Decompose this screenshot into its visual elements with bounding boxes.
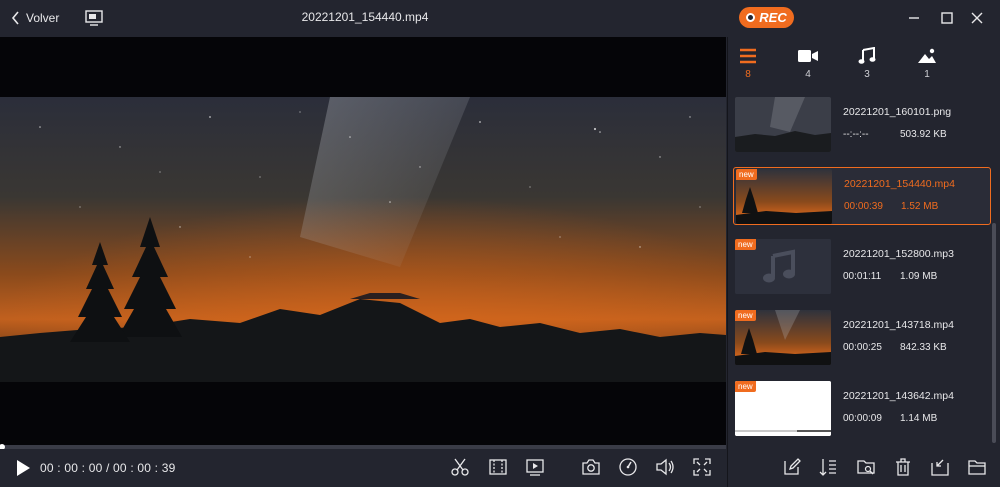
trim-icon[interactable] [488,457,508,477]
edit-icon[interactable] [782,457,802,477]
tab-video[interactable]: 4 [788,47,828,83]
volume-icon[interactable] [655,457,675,477]
thumbnail: new [735,239,831,294]
file-size: 1.14 MB [900,413,938,424]
trash-icon[interactable] [893,457,913,477]
play-icon[interactable] [14,459,32,477]
video-icon [798,50,818,62]
folder-icon[interactable] [967,457,987,477]
file-name: 20221201_143718.mp4 [843,319,954,331]
file-duration: 00:00:25 [843,342,882,353]
music-icon [858,47,876,64]
list-icon [740,48,756,64]
tab-all-count: 8 [745,69,751,80]
file-name: 20221201_152800.mp3 [843,248,954,260]
new-badge: new [736,169,757,180]
rec-button[interactable]: REC [739,7,794,28]
export-icon[interactable] [930,457,950,477]
rec-label: REC [759,10,787,25]
panel-toolbar [728,449,1000,487]
title-bar: Volver 20221201_154440.mp4 REC [0,0,1000,36]
thumbnail [735,97,831,152]
video-frame [0,97,726,445]
list-item[interactable]: new 20221201_143642.mp4 00:00:09 1.14 MB [733,380,991,438]
list-item[interactable]: new 20221201_152800.mp3 00:01:11 1.09 MB [733,238,991,296]
file-size: 503.92 KB [900,129,947,140]
record-dot-icon [746,13,756,22]
tab-audio[interactable]: 3 [847,47,887,83]
recordings-panel: 8 4 3 1 20221201_160101.png --:--:-- 503… [727,37,1000,487]
player-controls: 00 : 00 : 00 / 00 : 00 : 39 [0,449,726,487]
file-size: 1.52 MB [901,201,939,212]
file-duration: 00:00:39 [844,201,883,212]
scissors-icon[interactable] [450,457,470,477]
new-badge: new [735,239,756,250]
sort-icon[interactable] [818,457,838,477]
file-duration: 00:00:09 [843,413,882,424]
screenshot-icon[interactable] [581,457,601,477]
time-display: 00 : 00 : 00 / 00 : 00 : 39 [40,461,176,475]
file-name: 20221201_143642.mp4 [843,390,954,402]
file-duration: --:--:-- [843,129,869,140]
thumbnail: new [735,381,831,436]
thumbnail: new [736,169,832,224]
tab-image-count: 1 [924,69,930,80]
file-size: 1.09 MB [900,271,938,282]
file-name: 20221201_160101.png [843,106,952,118]
file-name: 20221201_154440.mp4 [844,178,955,190]
file-duration: 00:01:11 [843,271,882,282]
media-player-window: Volver 20221201_154440.mp4 REC 00: 00:… [0,0,1000,487]
maximize-icon[interactable] [938,9,956,27]
list-item[interactable]: 20221201_160101.png --:--:-- 503.92 KB [733,96,991,154]
image-icon [918,48,936,63]
thumbnail: new [735,310,831,365]
tab-all[interactable]: 8 [728,47,768,83]
video-viewport[interactable] [0,37,726,445]
list-item[interactable]: new 20221201_143718.mp4 00:00:25 842.33 … [733,309,991,367]
file-title: 20221201_154440.mp4 [301,10,429,24]
split-screen-icon[interactable] [525,457,545,477]
file-list: 20221201_160101.png --:--:-- 503.92 KB n… [728,95,1000,475]
speed-icon[interactable] [618,457,638,477]
tab-video-count: 4 [805,69,811,80]
new-badge: new [735,381,756,392]
file-size: 842.33 KB [900,342,947,353]
folder-search-icon[interactable] [856,457,876,477]
minimize-icon[interactable] [905,9,923,27]
tab-image[interactable]: 1 [907,47,947,83]
new-badge: new [735,310,756,321]
tab-audio-count: 3 [864,69,870,80]
list-item[interactable]: new 20221201_154440.mp4 00:00:39 1.52 MB [733,167,991,225]
list-scrollbar[interactable] [992,223,996,443]
fullscreen-icon[interactable] [692,457,712,477]
close-icon[interactable] [968,9,986,27]
